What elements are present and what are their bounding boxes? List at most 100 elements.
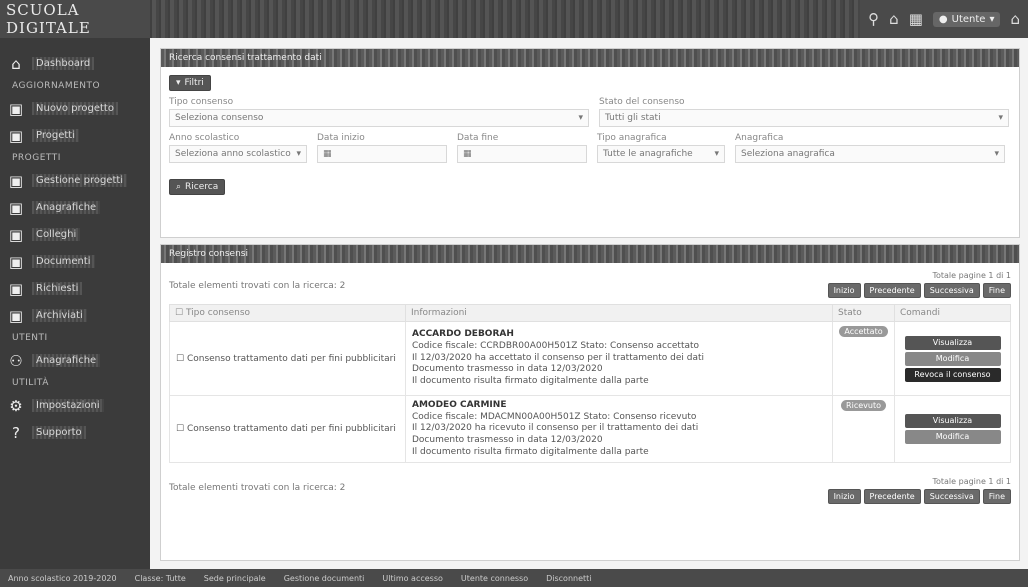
col-tipo[interactable]: ☐ Tipo consenso	[169, 304, 406, 322]
rocket-icon[interactable]: ⚲	[868, 10, 879, 28]
table-row: ☐ Consenso trattamento dati per fini pub…	[169, 394, 1011, 464]
person-name[interactable]: ACCARDO DEBORAH	[412, 329, 514, 339]
person-name[interactable]: AMODEO CARMINE	[412, 400, 506, 410]
tipo-consenso-select[interactable]: Seleziona consenso ▾	[169, 109, 589, 127]
sidebar-item-documenti[interactable]: ▣ Documenti	[0, 248, 150, 275]
user-menu[interactable]: ● Utente ▾	[932, 11, 1001, 27]
home-icon[interactable]: ⌂	[889, 10, 899, 28]
pager-next[interactable]: Successiva	[923, 283, 980, 298]
sidebar-item-label: Colleghi	[32, 228, 81, 241]
actions-cell: Visualizza Modifica	[894, 394, 1011, 464]
anno-select[interactable]: Seleziona anno scolastico ▾	[169, 145, 307, 163]
sidebar-item-label: Dashboard	[32, 57, 95, 70]
edit-button[interactable]: Modifica	[904, 351, 1001, 366]
status-item[interactable]: Gestione documenti	[284, 574, 365, 583]
data-inizio-input[interactable]: ▦	[317, 145, 447, 163]
status-cell: Accettato	[832, 321, 895, 396]
chevron-down-icon: ▾	[989, 13, 995, 25]
pager-last[interactable]: Fine	[982, 283, 1011, 298]
sidebar-item-richiesti[interactable]: ▣ Richiesti	[0, 275, 150, 302]
topbar-decoration	[150, 0, 861, 38]
edit-button[interactable]: Modifica	[904, 430, 1001, 445]
calendar-icon[interactable]: ▦	[323, 149, 332, 159]
info-line: Documento trasmesso in data 12/03/2020	[412, 364, 603, 375]
table-row: ☐ Consenso trattamento dati per fini pub…	[169, 321, 1011, 396]
sidebar-item-archiviati[interactable]: ▣ Archiviati	[0, 302, 150, 329]
tipo-consenso-label: Tipo consenso	[169, 97, 234, 107]
row-checkbox[interactable]: ☐	[176, 354, 184, 364]
info-cell: AMODEO CARMINE Codice fiscale: MDACMN00A…	[405, 394, 833, 464]
pager-first[interactable]: Inizio	[827, 283, 861, 298]
view-button[interactable]: Visualizza	[904, 335, 1001, 350]
chat-icon: ▣	[8, 126, 24, 145]
main-content: Ricerca consensi trattamento dati ▾ Filt…	[150, 38, 1028, 569]
search-button[interactable]: ⌕ Ricerca	[169, 179, 226, 195]
sidebar-item-label: Gestione progetti	[32, 174, 128, 187]
col-comandi: Comandi	[894, 304, 1011, 322]
chat-icon: ▣	[8, 306, 24, 325]
filter-panel: Ricerca consensi trattamento dati ▾ Filt…	[160, 48, 1020, 238]
filter-toggle-button[interactable]: ▾ Filtri	[169, 75, 211, 91]
pager-next[interactable]: Successiva	[923, 489, 980, 505]
pager-first[interactable]: Inizio	[827, 489, 861, 505]
chevron-down-icon: ▾	[578, 113, 583, 123]
row-checkbox[interactable]: ☐	[176, 424, 184, 434]
col-stato: Stato	[832, 304, 895, 322]
status-badge: Accettato	[839, 326, 888, 337]
pager-last[interactable]: Fine	[982, 489, 1011, 505]
app-brand[interactable]: SCUOLA DIGITALE	[0, 1, 150, 37]
data-fine-label: Data fine	[457, 133, 499, 143]
chat-icon: ▣	[8, 171, 24, 190]
sidebar-item-gestione[interactable]: ▣ Gestione progetti	[0, 167, 150, 194]
view-button[interactable]: Visualizza	[904, 414, 1001, 429]
sidebar-item-label: Anagrafiche	[32, 354, 101, 367]
sidebar-item-label: Documenti	[32, 255, 95, 268]
sidebar-item-anagrafiche[interactable]: ▣ Anagrafiche	[0, 194, 150, 221]
home-alt-icon[interactable]: ⌂	[1010, 10, 1020, 28]
stato-consenso-label: Stato del consenso	[599, 97, 685, 107]
data-fine-input[interactable]: ▦	[457, 145, 587, 163]
tipo-anagrafica-select[interactable]: Tutte le anagrafiche ▾	[597, 145, 725, 163]
info-line: Il documento risulta firmato digitalment…	[412, 446, 649, 457]
pager-prev[interactable]: Precedente	[863, 283, 921, 298]
calendar-icon[interactable]: ▦	[463, 149, 472, 159]
sidebar-item-nuovo-progetto[interactable]: ▣ Nuovo progetto	[0, 95, 150, 122]
info-line: Il documento risulta firmato digitalment…	[412, 376, 649, 387]
status-item: Ultimo accesso	[382, 573, 443, 583]
info-line: Il 12/03/2020 ha accettato il consenso p…	[412, 352, 705, 363]
sidebar-item-colleghi[interactable]: ▣ Colleghi	[0, 221, 150, 248]
filter-panel-title: Ricerca consensi trattamento dati	[161, 49, 1019, 67]
status-item: Utente connesso	[460, 573, 529, 583]
tipo-anagrafica-label: Tipo anagrafica	[597, 133, 667, 143]
checkbox-all[interactable]: ☐	[175, 308, 183, 318]
sidebar-item-label: Archiviati	[32, 309, 87, 322]
gear-icon: ⚙	[9, 396, 23, 415]
sidebar-item-label: Anagrafiche	[32, 201, 101, 214]
info-line: Codice fiscale: MDACMN00A00H501Z Stato: …	[412, 411, 697, 422]
col-informazioni: Informazioni	[405, 304, 833, 322]
sidebar-item-dashboard[interactable]: ⌂ Dashboard	[0, 50, 150, 77]
stato-consenso-select[interactable]: Tutti gli stati ▾	[599, 109, 1009, 127]
filter-icon: ▾	[176, 78, 181, 88]
pager-prev[interactable]: Precedente	[863, 489, 921, 505]
revoke-button[interactable]: Revoca il consenso	[904, 367, 1001, 382]
sidebar-item-progetti[interactable]: ▣ Progetti	[0, 122, 150, 149]
sidebar-section: AGGIORNAMENTO	[12, 81, 101, 91]
logout-link[interactable]: Disconnetti	[546, 574, 591, 583]
anagrafica-select[interactable]: Seleziona anagrafica ▾	[735, 145, 1005, 163]
status-cell: Ricevuto	[832, 394, 895, 464]
sidebar-item-supporto[interactable]: ? Supporto	[0, 419, 150, 446]
calendar-icon[interactable]: ▦	[909, 10, 923, 28]
results-total-footer: Totale elementi trovati con la ricerca: …	[169, 483, 346, 494]
sidebar-item-utenti[interactable]: ⚇ Anagrafiche	[0, 347, 150, 374]
user-icon: ●	[938, 13, 948, 25]
chat-icon: ▣	[8, 198, 24, 217]
anno-label: Anno scolastico	[169, 133, 240, 143]
status-badge: Ricevuto	[841, 400, 886, 411]
sidebar: ⌂ Dashboard AGGIORNAMENTO ▣ Nuovo proget…	[0, 38, 150, 569]
results-total: Totale elementi trovati con la ricerca: …	[169, 281, 346, 291]
chat-icon: ▣	[8, 279, 24, 298]
status-item: Classe: Tutte	[134, 573, 186, 583]
sidebar-item-impostazioni[interactable]: ⚙ Impostazioni	[0, 392, 150, 419]
home-icon: ⌂	[11, 54, 21, 73]
